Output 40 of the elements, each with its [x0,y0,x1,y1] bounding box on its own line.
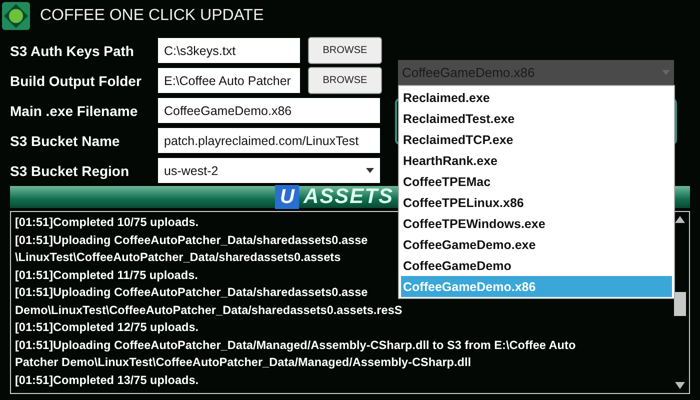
scroll-up-icon[interactable] [675,216,685,223]
input-field[interactable]: patch.playreclaimed.com/LinuxTest [158,128,380,153]
field-label: Main .exe Filename [10,102,139,118]
dropdown-item[interactable]: CoffeeTPEWindows.exe [401,213,672,234]
window-title: COFFEE ONE CLICK UPDATE [40,7,264,25]
caret-icon [662,70,670,75]
dropdown-item[interactable]: HearthRank.exe [401,150,672,171]
log-line: [01:51]Uploading CoffeeAutoPatcher_Data/sharedassets0.asse [15,232,368,248]
input-field[interactable]: CoffeeGameDemo.x86 [158,98,380,123]
input-field[interactable]: C:\s3keys.txt [158,38,300,63]
dropdown-item[interactable]: CoffeeGameDemo.exe [401,234,672,255]
dropdown-item[interactable]: ReclaimedTest.exe [401,108,672,129]
app-logo-icon [2,2,30,30]
dropdown-item[interactable]: ReclaimedTCP.exe [401,129,672,150]
dropdown-item[interactable]: CoffeeTPELinux.x86 [401,192,672,213]
scroll-down-icon[interactable] [675,382,685,389]
banner-text: ASSETS [303,185,394,209]
caret-icon [366,168,374,173]
log-line: [01:51]Completed 10/75 uploads. [15,214,199,231]
dropdown-item[interactable]: CoffeeTPEMac [401,171,672,192]
log-line: [01:51]Completed 12/75 uploads. [15,319,199,336]
log-line: \LinuxTest\CoffeeAutoPatcher_Data/sharedassets0.assets [15,249,341,266]
field-label: Build Output Folder [10,72,142,88]
log-line: Demo\LinuxTest\CoffeeAutoPatcher_Data/sharedassets0.assets.resS [15,302,402,318]
log-line: [01:51]Uploading CoffeeAutoPatcher_Data/Managed/Assembly-CSharp.dll to S3 from E:\Coffee Auto [15,336,576,354]
browse-button[interactable]: BROWSE [308,37,382,64]
browse-button[interactable]: BROWSE [308,67,382,94]
dropdown-item[interactable]: CoffeeGameDemo [401,255,672,276]
scrollbar-thumb[interactable] [674,292,686,316]
field-label: S3 Bucket Name [10,132,121,148]
input-field[interactable]: E:\Coffee Auto Patcher [158,68,300,93]
log-line: [01:51]Uploading CoffeeAutoPatcher_Data/sharedassets0.asse [15,284,368,301]
log-line: Patcher Demo\LinuxTest\CoffeeAutoPatcher_Data/Managed/Assembly-CSharp.dll [15,354,472,371]
field-label: S3 Bucket Region [10,162,130,178]
banner-badge: U [275,185,300,209]
field-label: S3 Auth Keys Path [10,42,135,58]
log-line: [01:51]Completed 11/75 uploads. [15,266,198,284]
log-line: [01:51]Completed 13/75 uploads. [15,372,199,388]
region-dropdown[interactable]: us-west-2 [158,158,380,183]
dropdown-item[interactable]: Reclaimed.exe [401,87,672,108]
